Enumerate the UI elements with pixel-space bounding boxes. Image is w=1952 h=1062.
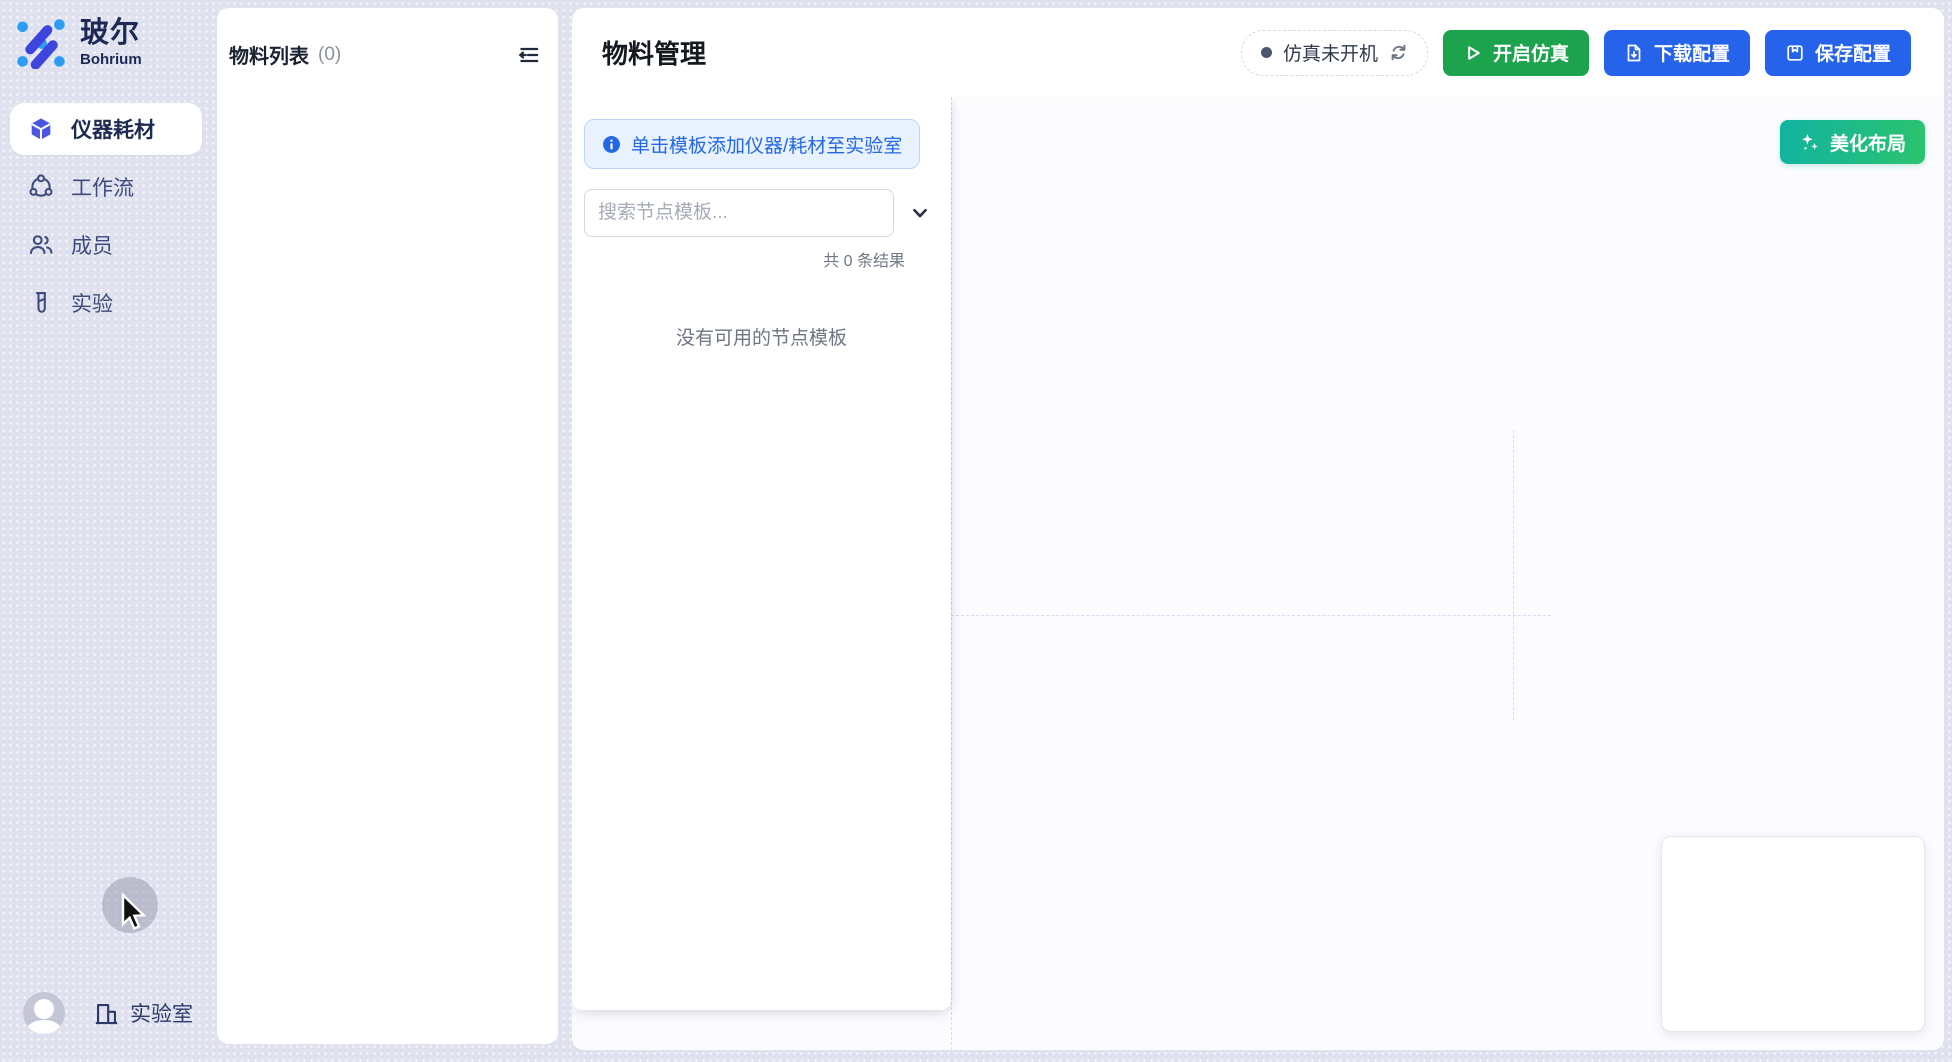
brand-subtitle: Bohrium bbox=[80, 51, 142, 68]
beautify-layout-button[interactable]: 美化布局 bbox=[1780, 120, 1925, 164]
start-simulation-label: 开启仿真 bbox=[1493, 39, 1569, 66]
sidebar: 玻尔 Bohrium 仪器耗材 工作流 bbox=[0, 0, 215, 1062]
sidebar-item-experiments[interactable]: 实验 bbox=[10, 277, 202, 329]
collapse-panel-icon[interactable] bbox=[516, 42, 542, 68]
save-icon bbox=[1785, 43, 1805, 63]
search-input[interactable] bbox=[584, 189, 894, 237]
brand-title: 玻尔 bbox=[80, 18, 142, 48]
sidebar-nav: 仪器耗材 工作流 成员 bbox=[0, 103, 215, 329]
empty-templates-text: 没有可用的节点模板 bbox=[572, 323, 951, 350]
template-search-row bbox=[584, 189, 951, 237]
test-tube-icon bbox=[28, 290, 54, 316]
minimap[interactable] bbox=[1661, 836, 1925, 1032]
template-hint-text: 单击模板添加仪器/耗材至实验室 bbox=[631, 131, 902, 158]
simulation-status-pill[interactable]: 仿真未开机 bbox=[1241, 30, 1428, 76]
status-dot-icon bbox=[1261, 47, 1272, 58]
sparkles-icon bbox=[1799, 132, 1820, 153]
sidebar-item-label: 工作流 bbox=[71, 172, 134, 202]
template-hint-banner: 单击模板添加仪器/耗材至实验室 bbox=[584, 119, 920, 169]
save-config-button[interactable]: 保存配置 bbox=[1765, 30, 1911, 76]
app-root: { "brand": { "title": "玻尔", "subtitle": … bbox=[0, 0, 1952, 1062]
materials-list-title: 物料列表 bbox=[229, 40, 309, 69]
flow-canvas[interactable]: 单击模板添加仪器/耗材至实验室 共 0 条结果 没有可用的节点模板 美化布局 bbox=[572, 97, 1944, 1050]
building-icon bbox=[93, 1000, 120, 1027]
main-header: 物料管理 仿真未开机 开启仿真 bbox=[572, 8, 1944, 98]
main-panel: 物料管理 仿真未开机 开启仿真 bbox=[572, 8, 1944, 1050]
members-icon bbox=[28, 232, 54, 258]
save-config-label: 保存配置 bbox=[1815, 39, 1891, 66]
chevron-down-icon[interactable] bbox=[907, 200, 933, 226]
results-count: 共 0 条结果 bbox=[572, 247, 905, 271]
canvas-grid-line-vertical bbox=[1513, 430, 1514, 720]
download-config-button[interactable]: 下载配置 bbox=[1604, 30, 1750, 76]
play-icon bbox=[1463, 43, 1483, 63]
sidebar-item-workflow[interactable]: 工作流 bbox=[10, 161, 202, 213]
info-icon bbox=[602, 135, 621, 154]
page-title: 物料管理 bbox=[602, 34, 706, 71]
file-download-icon bbox=[1624, 43, 1644, 63]
header-actions: 仿真未开机 开启仿真 bbox=[1241, 30, 1911, 76]
lab-label: 实验室 bbox=[130, 998, 193, 1028]
bohrium-logo-icon bbox=[15, 17, 67, 69]
workflow-icon bbox=[28, 174, 54, 200]
mouse-cursor bbox=[119, 893, 153, 931]
cube-icon bbox=[28, 116, 54, 142]
sidebar-item-label: 实验 bbox=[71, 288, 113, 318]
start-simulation-button[interactable]: 开启仿真 bbox=[1443, 30, 1589, 76]
avatar[interactable] bbox=[23, 992, 65, 1034]
brand-logo: 玻尔 Bohrium bbox=[0, 0, 215, 69]
template-panel: 单击模板添加仪器/耗材至实验室 共 0 条结果 没有可用的节点模板 bbox=[572, 97, 951, 1010]
materials-list-header: 物料列表 (0) bbox=[217, 8, 558, 69]
sidebar-bottom: 实验室 bbox=[23, 992, 193, 1034]
beautify-layout-label: 美化布局 bbox=[1830, 129, 1906, 156]
download-config-label: 下载配置 bbox=[1654, 39, 1730, 66]
status-label: 仿真未开机 bbox=[1283, 39, 1378, 66]
canvas-grid-line-vertical bbox=[951, 97, 952, 1050]
lab-entry[interactable]: 实验室 bbox=[93, 998, 193, 1028]
sidebar-item-label: 仪器耗材 bbox=[71, 114, 155, 144]
brand-text: 玻尔 Bohrium bbox=[80, 18, 142, 67]
materials-list-count: (0) bbox=[318, 44, 341, 66]
canvas-grid-line-horizontal bbox=[951, 615, 1551, 616]
refresh-icon[interactable] bbox=[1389, 43, 1408, 62]
sidebar-item-members[interactable]: 成员 bbox=[10, 219, 202, 271]
sidebar-item-label: 成员 bbox=[71, 230, 113, 260]
materials-list-panel: 物料列表 (0) bbox=[217, 8, 558, 1044]
sidebar-item-instruments[interactable]: 仪器耗材 bbox=[10, 103, 202, 155]
